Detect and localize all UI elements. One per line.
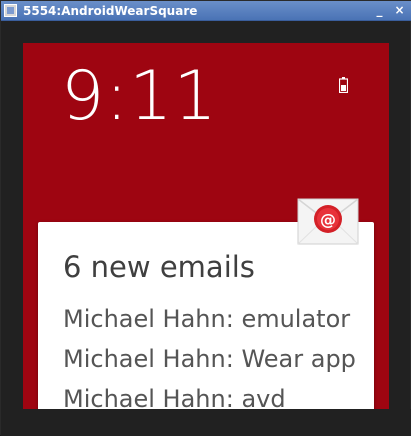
close-button[interactable]: ×	[392, 3, 407, 18]
minimize-button[interactable]: _	[372, 3, 387, 18]
notification-line: Michael Hahn: Wear app	[63, 345, 356, 373]
app-window-icon	[4, 4, 17, 17]
window-title: 5554:AndroidWearSquare	[23, 4, 198, 18]
minimize-icon: _	[376, 3, 383, 17]
battery-charging-icon	[339, 77, 348, 93]
email-envelope-icon: @	[297, 198, 359, 245]
svg-text:@: @	[320, 210, 336, 229]
notification-line: Michael Hahn: avd	[63, 385, 286, 409]
notification-title: 6 new emails	[63, 250, 255, 284]
clock-time: 9:11	[61, 57, 218, 136]
emulator-window: 5554:AndroidWearSquare _ × 9:11 6 new em…	[0, 0, 411, 436]
watch-screen[interactable]: 9:11 6 new emails Michael Hahn: emulator…	[23, 43, 389, 409]
notification-card[interactable]: 6 new emails Michael Hahn: emulator Mich…	[38, 222, 374, 409]
window-titlebar[interactable]: 5554:AndroidWearSquare _ ×	[1, 1, 411, 21]
notification-line: Michael Hahn: emulator	[63, 305, 351, 333]
watch-bezel	[1, 409, 411, 436]
close-icon: ×	[394, 3, 405, 17]
